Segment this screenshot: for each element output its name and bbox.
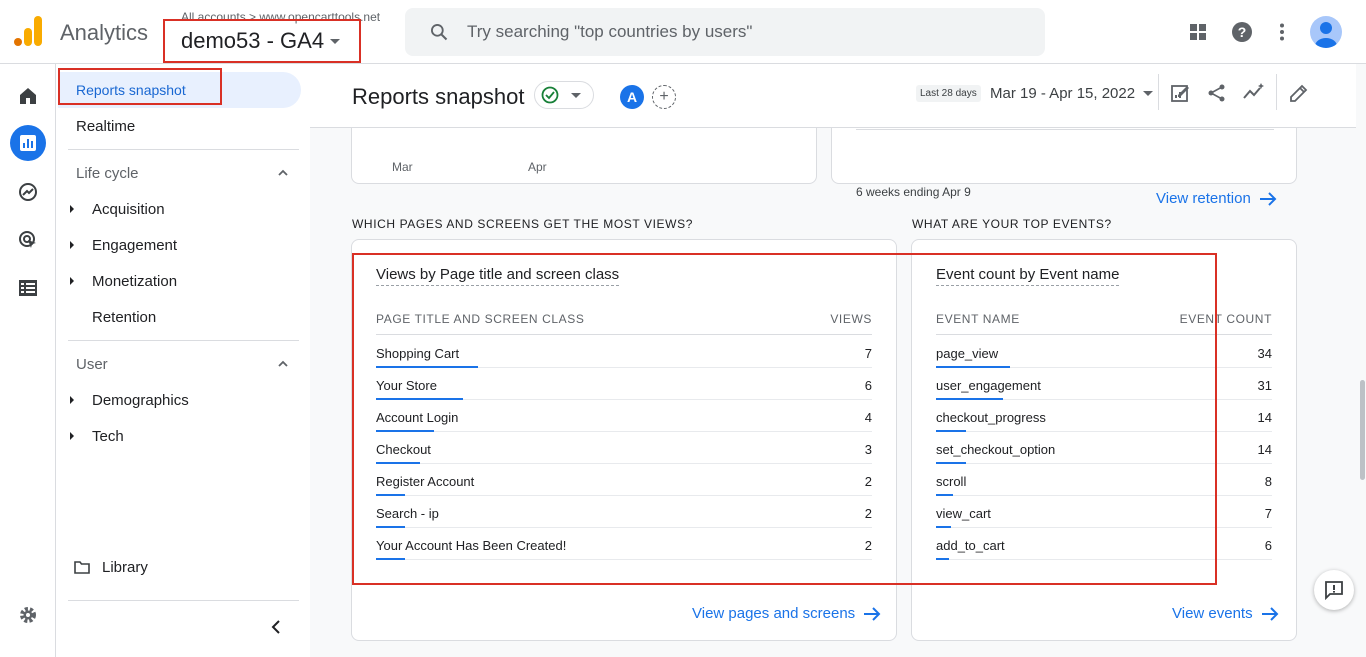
help-icon[interactable]: ? (1228, 18, 1256, 46)
nav-section-user[interactable]: User (76, 356, 108, 373)
nav-divider (68, 600, 299, 601)
analytics-logo[interactable] (14, 16, 42, 46)
date-range-text: Mar 19 - Apr 15, 2022 (990, 85, 1136, 102)
edit-pencil-icon[interactable] (1288, 82, 1310, 104)
arrow-right-icon (1261, 606, 1279, 621)
share-icon[interactable] (1206, 82, 1228, 104)
dropdown-caret-icon (1143, 91, 1154, 96)
top-app-bar: Analytics All accounts > www.opencarttoo… (0, 0, 1366, 64)
reports-icon[interactable] (10, 125, 46, 161)
link-text: View events (1172, 605, 1253, 622)
check-circle-icon (541, 86, 559, 104)
chevron-up-icon[interactable] (278, 168, 288, 178)
nav-section-lifecycle[interactable]: Life cycle (76, 165, 139, 182)
page-header: Reports snapshot A + Last 28 days Mar 19… (310, 64, 1356, 128)
expand-arrow-icon[interactable] (70, 432, 74, 440)
user-avatar[interactable] (1310, 16, 1342, 48)
expand-arrow-icon[interactable] (70, 241, 74, 249)
arrow-right-icon (864, 606, 881, 621)
home-icon[interactable] (10, 78, 46, 114)
insights-icon[interactable] (1242, 82, 1266, 104)
feedback-icon (1325, 581, 1343, 600)
header-divider (1158, 74, 1159, 110)
arrow-right-icon (1259, 191, 1277, 206)
app-title: Analytics (60, 20, 149, 45)
comparison-badge[interactable]: A (620, 85, 644, 109)
customize-report-icon[interactable] (1170, 82, 1192, 104)
view-events-link[interactable]: View events (1172, 605, 1279, 622)
configure-icon[interactable] (10, 270, 46, 306)
collapse-chevron-icon[interactable] (270, 619, 282, 635)
search-placeholder: Try searching "top countries by users" (467, 22, 753, 41)
date-preset-chip: Last 28 days (916, 85, 981, 102)
event-value: 6 (1264, 538, 1272, 553)
page-scrollbar[interactable] (1360, 380, 1365, 480)
explore-icon[interactable] (10, 174, 46, 210)
nav-item-acquisition[interactable]: Acquisition (92, 201, 165, 218)
event-value: 14 (1257, 442, 1272, 457)
more-vert-icon[interactable] (1268, 18, 1296, 46)
status-chip[interactable] (534, 81, 594, 109)
highlight-box-property (163, 19, 361, 63)
nav-item-monetization[interactable]: Monetization (92, 273, 177, 290)
search-bar[interactable]: Try searching "top countries by users" (405, 8, 1045, 56)
retention-caption: 6 weeks ending Apr 9 (856, 185, 971, 199)
nav-item-retention[interactable]: Retention (92, 309, 156, 326)
view-retention-link[interactable]: View retention (1156, 190, 1277, 207)
link-text: View retention (1156, 190, 1251, 207)
nav-item-realtime[interactable]: Realtime (76, 118, 135, 135)
expand-arrow-icon[interactable] (70, 277, 74, 285)
highlight-box-reports-snapshot (58, 68, 222, 105)
event-value: 7 (1264, 506, 1272, 521)
nav-item-engagement[interactable]: Engagement (92, 237, 177, 254)
event-value: 34 (1257, 346, 1272, 361)
search-icon (431, 24, 448, 41)
axis-label: Mar (392, 160, 413, 174)
nav-divider (68, 340, 299, 341)
link-text: View pages and screens (692, 605, 856, 622)
nav-item-tech[interactable]: Tech (92, 428, 124, 445)
feedback-button[interactable] (1314, 570, 1354, 610)
page-title: Reports snapshot (352, 84, 525, 109)
settings-gear-icon[interactable] (10, 597, 46, 633)
nav-item-library[interactable]: Library (102, 559, 148, 576)
nav-item-demographics[interactable]: Demographics (92, 392, 189, 409)
expand-arrow-icon[interactable] (70, 205, 74, 213)
svg-text:?: ? (1238, 24, 1247, 40)
add-comparison-icon[interactable]: + (652, 85, 676, 109)
event-value: 14 (1257, 410, 1272, 425)
header-divider (1276, 74, 1277, 110)
highlight-box-tables (352, 253, 1217, 585)
reports-nav: Reports snapshot Realtime Life cycle Acq… (56, 64, 310, 657)
date-range-picker[interactable]: Mar 19 - Apr 15, 2022 (990, 85, 1154, 102)
axis-label: Apr (528, 160, 547, 174)
apps-grid-icon[interactable] (1184, 18, 1212, 46)
advertising-icon[interactable] (10, 222, 46, 258)
section-label-pages: WHICH PAGES AND SCREENS GET THE MOST VIE… (352, 217, 693, 231)
dropdown-caret-icon (571, 92, 581, 98)
expand-arrow-icon[interactable] (70, 396, 74, 404)
nav-divider (68, 149, 299, 150)
section-label-events: WHAT ARE YOUR TOP EVENTS? (912, 217, 1112, 231)
chart-baseline (856, 129, 1274, 130)
event-value: 31 (1257, 378, 1272, 393)
chevron-up-icon[interactable] (278, 359, 288, 369)
folder-icon (74, 561, 90, 574)
main-content: Reports snapshot A + Last 28 days Mar 19… (310, 64, 1356, 657)
event-value: 8 (1264, 474, 1272, 489)
left-rail (0, 64, 56, 657)
view-pages-link[interactable]: View pages and screens (692, 605, 881, 622)
